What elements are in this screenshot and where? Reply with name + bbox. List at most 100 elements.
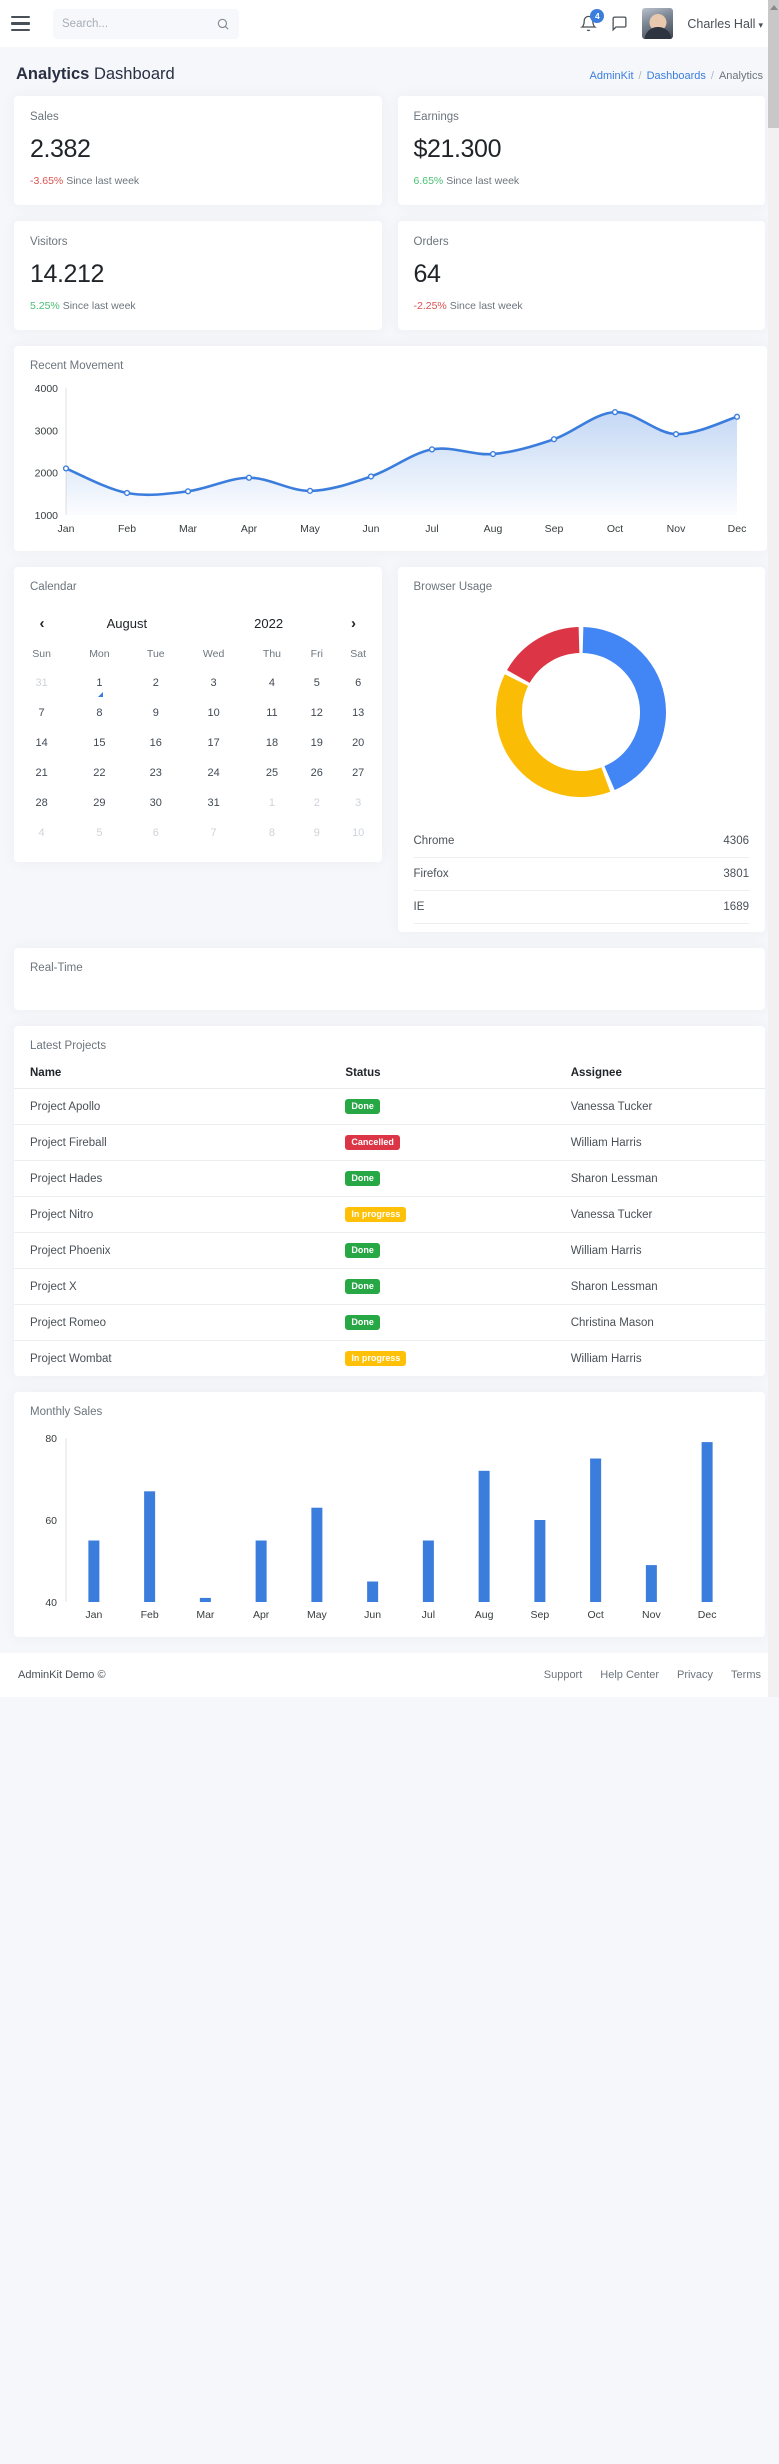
donut-slice-ie[interactable] (507, 627, 581, 684)
calendar-week-row: 4 5 6 7 8 9 10 (14, 818, 382, 848)
calendar-day[interactable]: 18 (245, 728, 298, 758)
calendar-weekday: Mon (89, 648, 110, 660)
table-row[interactable]: Project Wombat In progress William Harris (14, 1341, 765, 1377)
calendar-day[interactable]: 9 (130, 698, 182, 728)
bar[interactable] (199, 1597, 211, 1602)
breadcrumb-item-adminkit[interactable]: AdminKit (589, 70, 633, 82)
stat-card-earnings-col: Earnings $21.300 6.65% Since last week (397, 96, 765, 205)
bar[interactable] (144, 1491, 156, 1602)
table-row[interactable]: Project Phoenix Done William Harris (14, 1232, 765, 1269)
calendar-day[interactable]: 10 (182, 698, 245, 728)
bar[interactable] (701, 1442, 713, 1602)
calendar-day[interactable]: 21 (14, 758, 69, 788)
calendar-day[interactable]: 17 (182, 728, 245, 758)
project-assignee: Sharon Lessman (554, 1268, 765, 1305)
calendar-day[interactable]: 10 (335, 818, 382, 848)
hamburger-icon[interactable] (11, 15, 33, 32)
footer-link[interactable]: Terms (731, 1669, 761, 1681)
calendar-day[interactable]: 24 (182, 758, 245, 788)
bar[interactable] (422, 1540, 434, 1603)
calendar-day[interactable]: 4 (14, 818, 69, 848)
search-box[interactable] (53, 8, 239, 39)
calendar-weekday: Sat (350, 648, 367, 660)
calendar-day[interactable]: 31 (14, 668, 69, 698)
latest-projects-row: Latest Projects Name Status Assignee Proje… (14, 1026, 765, 1376)
calendar-day[interactable]: 3 (182, 668, 245, 698)
calendar-day[interactable]: 8 (245, 818, 298, 848)
calendar-day[interactable]: 31 (182, 788, 245, 818)
footer-link[interactable]: Help Center (600, 1669, 659, 1681)
calendar-day[interactable]: 7 (14, 698, 69, 728)
calendar-day[interactable]: 6 (130, 818, 182, 848)
calendar-day[interactable]: 2 (299, 788, 335, 818)
calendar-day[interactable]: 5 (69, 818, 129, 848)
calendar-day[interactable]: 27 (335, 758, 382, 788)
avatar[interactable] (642, 8, 674, 39)
calendar-day[interactable]: 15 (69, 728, 129, 758)
calendar-day[interactable]: 19 (299, 728, 335, 758)
scrollbar-thumb[interactable] (768, 0, 779, 128)
stat-label: Earnings (413, 111, 459, 123)
chevron-left-icon[interactable]: ‹ (28, 615, 56, 632)
calendar-day[interactable]: 6 (335, 668, 382, 698)
notifications-button[interactable]: 4 (580, 9, 605, 32)
calendar-day[interactable]: 26 (299, 758, 335, 788)
table-row[interactable]: Project Apollo Done Vanessa Tucker (14, 1088, 765, 1125)
realtime-row: Real-Time (14, 948, 765, 1010)
donut-slice-chrome[interactable] (582, 627, 667, 791)
calendar-day[interactable]: 23 (130, 758, 182, 788)
calendar-day[interactable]: 1 (245, 788, 298, 818)
table-row[interactable]: Project Fireball Cancelled William Harris (14, 1124, 765, 1161)
calendar-day[interactable]: 29 (69, 788, 129, 818)
table-row[interactable]: Project Hades Done Sharon Lessman (14, 1160, 765, 1197)
svg-text:Oct: Oct (607, 523, 623, 535)
donut-slice-firefox[interactable] (496, 674, 611, 797)
calendar-day[interactable]: 22 (69, 758, 129, 788)
scrollbar[interactable] (768, 0, 779, 1697)
calendar-day[interactable]: 16 (130, 728, 182, 758)
calendar-day[interactable]: 20 (335, 728, 382, 758)
table-row[interactable]: Project X Done Sharon Lessman (14, 1268, 765, 1305)
chevron-right-icon[interactable]: › (340, 615, 368, 632)
footer-link[interactable]: Privacy (677, 1669, 713, 1681)
calendar-day[interactable]: 25 (245, 758, 298, 788)
calendar-day[interactable]: 9 (299, 818, 335, 848)
project-name: Project Apollo (14, 1088, 330, 1125)
calendar-day[interactable]: 12 (299, 698, 335, 728)
calendar-day[interactable]: 1 (69, 668, 129, 698)
bar[interactable] (88, 1540, 100, 1603)
stat-subtext: -3.65% Since last week (30, 175, 366, 187)
footer-link[interactable]: Support (544, 1669, 583, 1681)
user-menu[interactable]: Charles Hall ▾ (687, 17, 763, 31)
calendar-day[interactable]: 7 (182, 818, 245, 848)
bar[interactable] (645, 1565, 657, 1602)
stat-value: 14.212 (30, 260, 105, 288)
scroll-up-arrow-icon[interactable] (769, 5, 778, 10)
calendar-day[interactable]: 8 (69, 698, 129, 728)
bar[interactable] (367, 1581, 379, 1603)
search-icon[interactable] (216, 17, 230, 31)
table-row[interactable]: Project Romeo Done Christina Mason (14, 1304, 765, 1341)
bar[interactable] (478, 1470, 490, 1602)
bar[interactable] (311, 1507, 323, 1602)
calendar-day[interactable]: 11 (245, 698, 298, 728)
table-row[interactable]: Project Nitro In progress Vanessa Tucker (14, 1196, 765, 1233)
messages-button[interactable] (611, 15, 628, 32)
calendar-day[interactable]: 5 (299, 668, 335, 698)
calendar-day[interactable]: 2 (130, 668, 182, 698)
search-input[interactable] (62, 17, 216, 30)
calendar-day[interactable]: 14 (14, 728, 69, 758)
bar[interactable] (534, 1520, 546, 1602)
bar[interactable] (255, 1540, 267, 1603)
bar[interactable] (590, 1458, 602, 1603)
calendar-day[interactable]: 4 (245, 668, 298, 698)
calendar-day[interactable]: 3 (335, 788, 382, 818)
breadcrumb-item-dashboards[interactable]: Dashboards (647, 70, 706, 82)
svg-text:Sep: Sep (545, 523, 564, 535)
browser-name: Firefox (413, 868, 449, 880)
calendar-day[interactable]: 30 (130, 788, 182, 818)
calendar-day[interactable]: 28 (14, 788, 69, 818)
calendar-day[interactable]: 13 (335, 698, 382, 728)
message-square-icon[interactable] (611, 15, 628, 32)
realtime-card: Real-Time (14, 948, 765, 1010)
